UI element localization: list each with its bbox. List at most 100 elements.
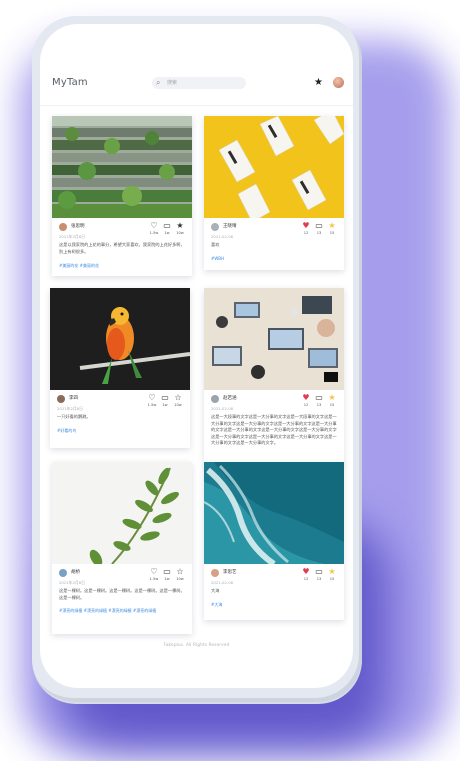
comment-button[interactable]: ▭ 1w: [161, 567, 173, 582]
comment-count: 1w: [164, 231, 170, 235]
footer-copyright: Fakeplus. All Rights Reserved: [163, 643, 230, 648]
post-card[interactable]: 张思明 2021年2月8日 这是以我家院的上花的事分，希望大家喜欢，我家院的上花…: [52, 116, 192, 276]
post-actions: ♡ 1.5w ▭ 1w ☆ 10w: [148, 567, 186, 583]
like-button[interactable]: ♥ 12: [300, 567, 312, 582]
star-icon: ★: [328, 393, 336, 402]
post-username[interactable]: 胡桥: [71, 569, 80, 577]
avatar[interactable]: [211, 569, 219, 577]
favorite-count: 10w: [176, 231, 184, 235]
heart-icon: ♥: [302, 393, 310, 402]
app-screen: MyTam ⌕ 搜索 ★ 张思明 2021年2月8日 这是以我家院的上花的事分，…: [40, 24, 353, 688]
post-tags[interactable]: #WBH: [211, 256, 224, 261]
post-text: 这是以我家院的上花的事分，希望大家喜欢，我家院的上花好多啊，别上有树很多。: [59, 242, 185, 254]
favorite-button[interactable]: ☆ 10w: [174, 567, 186, 582]
post-meta: 王晓晴 2021-02-08 喜欢 #WBH ♥ 12 ▭ 13 ★ 15: [204, 218, 344, 270]
favorite-button[interactable]: ☆ 10w: [172, 393, 184, 408]
favorite-button[interactable]: ★ 15: [326, 393, 338, 408]
post-image-building[interactable]: [52, 116, 192, 218]
avatar[interactable]: [59, 223, 67, 231]
post-username[interactable]: 李思艺: [223, 569, 237, 577]
post-card[interactable]: 李思艺 2021-02-08 大海 #大海 ♥ 12 ▭ 13 ★ 15: [204, 462, 344, 620]
avatar[interactable]: [59, 569, 67, 577]
post-actions: ♡ 1.5w ▭ 1w ☆ 10w: [146, 393, 184, 409]
user-avatar[interactable]: [333, 77, 344, 88]
search-placeholder: 搜索: [167, 80, 178, 86]
comment-count: 13: [316, 231, 322, 235]
app-logo[interactable]: MyTam: [52, 77, 88, 88]
comment-button[interactable]: ▭ 1w: [159, 393, 171, 408]
favorite-count: 15: [329, 403, 335, 407]
post-date: 2021-02-08: [211, 580, 234, 585]
post-text: 喜欢: [211, 242, 220, 247]
like-button[interactable]: ♥ 12: [300, 393, 312, 408]
post-actions: ♡ 1.5w ▭ 1w ★ 10w: [148, 221, 186, 237]
post-card[interactable]: 王晓晴 2021-02-08 喜欢 #WBH ♥ 12 ▭ 13 ★ 15: [204, 116, 344, 270]
comment-button[interactable]: ▭ 13: [313, 393, 325, 408]
like-button[interactable]: ♡ 1.5w: [146, 393, 158, 408]
post-actions: ♥ 12 ▭ 13 ★ 15: [300, 567, 338, 583]
comment-button[interactable]: ▭ 1w: [161, 221, 173, 236]
favorite-count: 10w: [176, 577, 184, 581]
post-image-parrot[interactable]: [50, 288, 190, 390]
post-image-office-desk[interactable]: [204, 288, 344, 390]
post-text: 大海: [211, 588, 220, 593]
post-tags[interactable]: #好看的鸟: [57, 428, 76, 434]
post-date: 2021年2月8日: [59, 580, 85, 585]
like-button[interactable]: ♥ 12: [300, 221, 312, 236]
avatar[interactable]: [57, 395, 65, 403]
avatar[interactable]: [211, 223, 219, 231]
post-image-plant[interactable]: [52, 462, 192, 564]
post-username[interactable]: 李四: [69, 395, 78, 403]
comment-button[interactable]: ▭ 13: [313, 567, 325, 582]
comment-icon: ▭: [161, 393, 169, 402]
heart-icon: ♥: [302, 567, 310, 576]
top-bar: MyTam ⌕ 搜索 ★: [40, 74, 353, 106]
star-icon: ☆: [174, 393, 182, 402]
post-text: 这是一棵树。这是一棵树。这是一棵树。这是一棵树。这是一棵树。这是一棵树。: [59, 588, 185, 600]
post-text: 这是一大段事的文字这是一大分事的文字这是一大段事的文字这是一大分事的文字这是一大…: [211, 414, 337, 445]
avatar[interactable]: [211, 395, 219, 403]
like-count: 12: [303, 231, 309, 235]
favorite-button[interactable]: ★ 15: [326, 221, 338, 236]
favorite-button[interactable]: ★ 10w: [174, 221, 186, 236]
post-tags[interactable]: #大海: [211, 602, 222, 608]
comment-count: 1w: [164, 577, 170, 581]
like-count: 12: [303, 403, 309, 407]
post-username[interactable]: 张思明: [71, 223, 85, 231]
post-date: 2021-02-08: [211, 234, 234, 239]
heart-icon: ♡: [150, 567, 158, 576]
star-icon: ★: [328, 567, 336, 576]
favorites-star-icon[interactable]: ★: [314, 77, 323, 89]
post-date: 2021年2月8日: [57, 406, 83, 411]
heart-icon: ♥: [302, 221, 310, 230]
post-image-ocean[interactable]: [204, 462, 344, 564]
post-username[interactable]: 王晓晴: [223, 223, 237, 231]
post-card[interactable]: 胡桥 2021年2月8日 这是一棵树。这是一棵树。这是一棵树。这是一棵树。这是一…: [52, 462, 192, 634]
heart-icon: ♡: [148, 393, 156, 402]
favorite-count: 15: [329, 577, 335, 581]
post-meta: 胡桥 2021年2月8日 这是一棵树。这是一棵树。这是一棵树。这是一棵树。这是一…: [52, 564, 192, 634]
post-tags[interactable]: #漂亮的绿植 #漂亮的绿植 #漂亮的绿植 #漂亮的绿植: [59, 608, 156, 614]
post-date: 2021年2月8日: [59, 234, 85, 239]
post-date: 2021-02-08: [211, 406, 234, 411]
like-button[interactable]: ♡ 1.5w: [148, 567, 160, 582]
favorite-button[interactable]: ★ 15: [326, 567, 338, 582]
post-meta: 李思艺 2021-02-08 大海 #大海 ♥ 12 ▭ 13 ★ 15: [204, 564, 344, 620]
like-button[interactable]: ♡ 1.5w: [148, 221, 160, 236]
search-input[interactable]: ⌕ 搜索: [152, 77, 246, 89]
star-icon: ★: [176, 221, 184, 230]
post-image-boxed-water[interactable]: [204, 116, 344, 218]
comment-button[interactable]: ▭ 13: [313, 221, 325, 236]
favorite-count: 10w: [174, 403, 182, 407]
post-card[interactable]: 赵若涵 2021-02-08 这是一大段事的文字这是一大分事的文字这是一大段事的…: [204, 288, 344, 464]
comment-count: 13: [316, 403, 322, 407]
post-username[interactable]: 赵若涵: [223, 395, 237, 403]
comment-icon: ▭: [315, 567, 323, 576]
post-actions: ♥ 12 ▭ 13 ★ 15: [300, 393, 338, 409]
star-icon: ★: [328, 221, 336, 230]
search-icon: ⌕: [156, 78, 161, 87]
post-tags[interactable]: #美丽的花 #美丽的花: [59, 263, 99, 269]
comment-count: 1w: [162, 403, 168, 407]
post-card[interactable]: 李四 2021年2月8日 一只好看的鹦鹉。 #好看的鸟 ♡ 1.5w ▭ 1w ☆ 1…: [50, 288, 190, 448]
favorite-count: 15: [329, 231, 335, 235]
